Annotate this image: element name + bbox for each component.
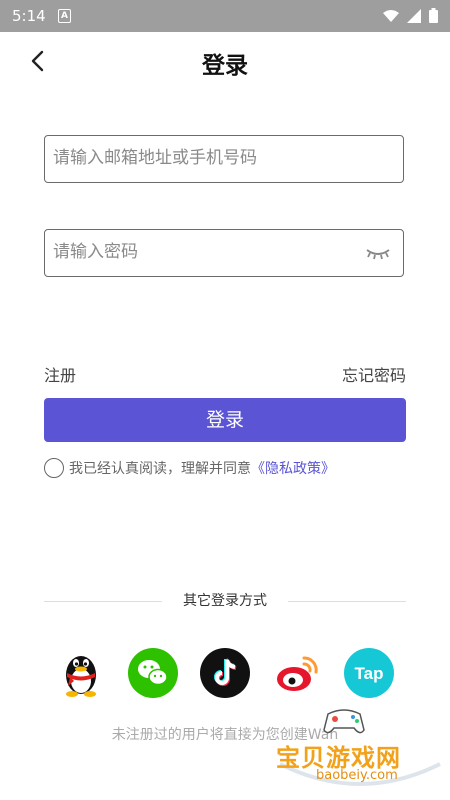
status-icons [383,8,438,23]
agreement-text: 我已经认真阅读，理解并同意 [69,461,251,477]
privacy-policy-link[interactable]: 《隐私政策》 [251,458,335,478]
register-link[interactable]: 注册 [44,362,76,386]
weibo-icon[interactable] [272,648,322,698]
login-button[interactable]: 登录 [44,398,406,442]
status-time: 5:14 [12,7,46,25]
header: 登录 [0,32,450,90]
status-bar: 5:14 A [0,0,450,32]
password-input[interactable] [45,230,353,274]
password-field[interactable] [44,229,404,277]
eye-closed-icon[interactable] [365,244,391,262]
gamepad-icon [323,709,365,734]
signal-icon [407,8,421,23]
email-input[interactable] [45,136,353,180]
taptap-icon[interactable]: Tap [344,648,394,698]
forgot-password-link[interactable]: 忘记密码 [342,362,406,386]
email-field[interactable] [44,135,404,183]
divider-line-right [288,601,406,602]
tiktok-icon[interactable] [200,648,250,698]
battery-icon [429,8,438,23]
other-login-label: 其它登录方式 [183,593,267,609]
qq-icon[interactable] [56,648,106,698]
other-login-divider: 其它登录方式 [44,590,406,612]
notification-a-icon: A [58,9,71,23]
wechat-icon[interactable] [128,648,178,698]
watermark-logo: 宝贝游戏网 baobeiy.com [276,704,444,794]
svg-text:Tap: Tap [355,664,384,683]
agreement-row: 我已经认真阅读，理解并同意 《隐私政策》 [44,458,335,478]
watermark-en-text: baobeiy.com [316,768,398,783]
agree-checkbox[interactable] [44,458,64,478]
wifi-icon [383,9,399,22]
page-title: 登录 [202,53,248,79]
